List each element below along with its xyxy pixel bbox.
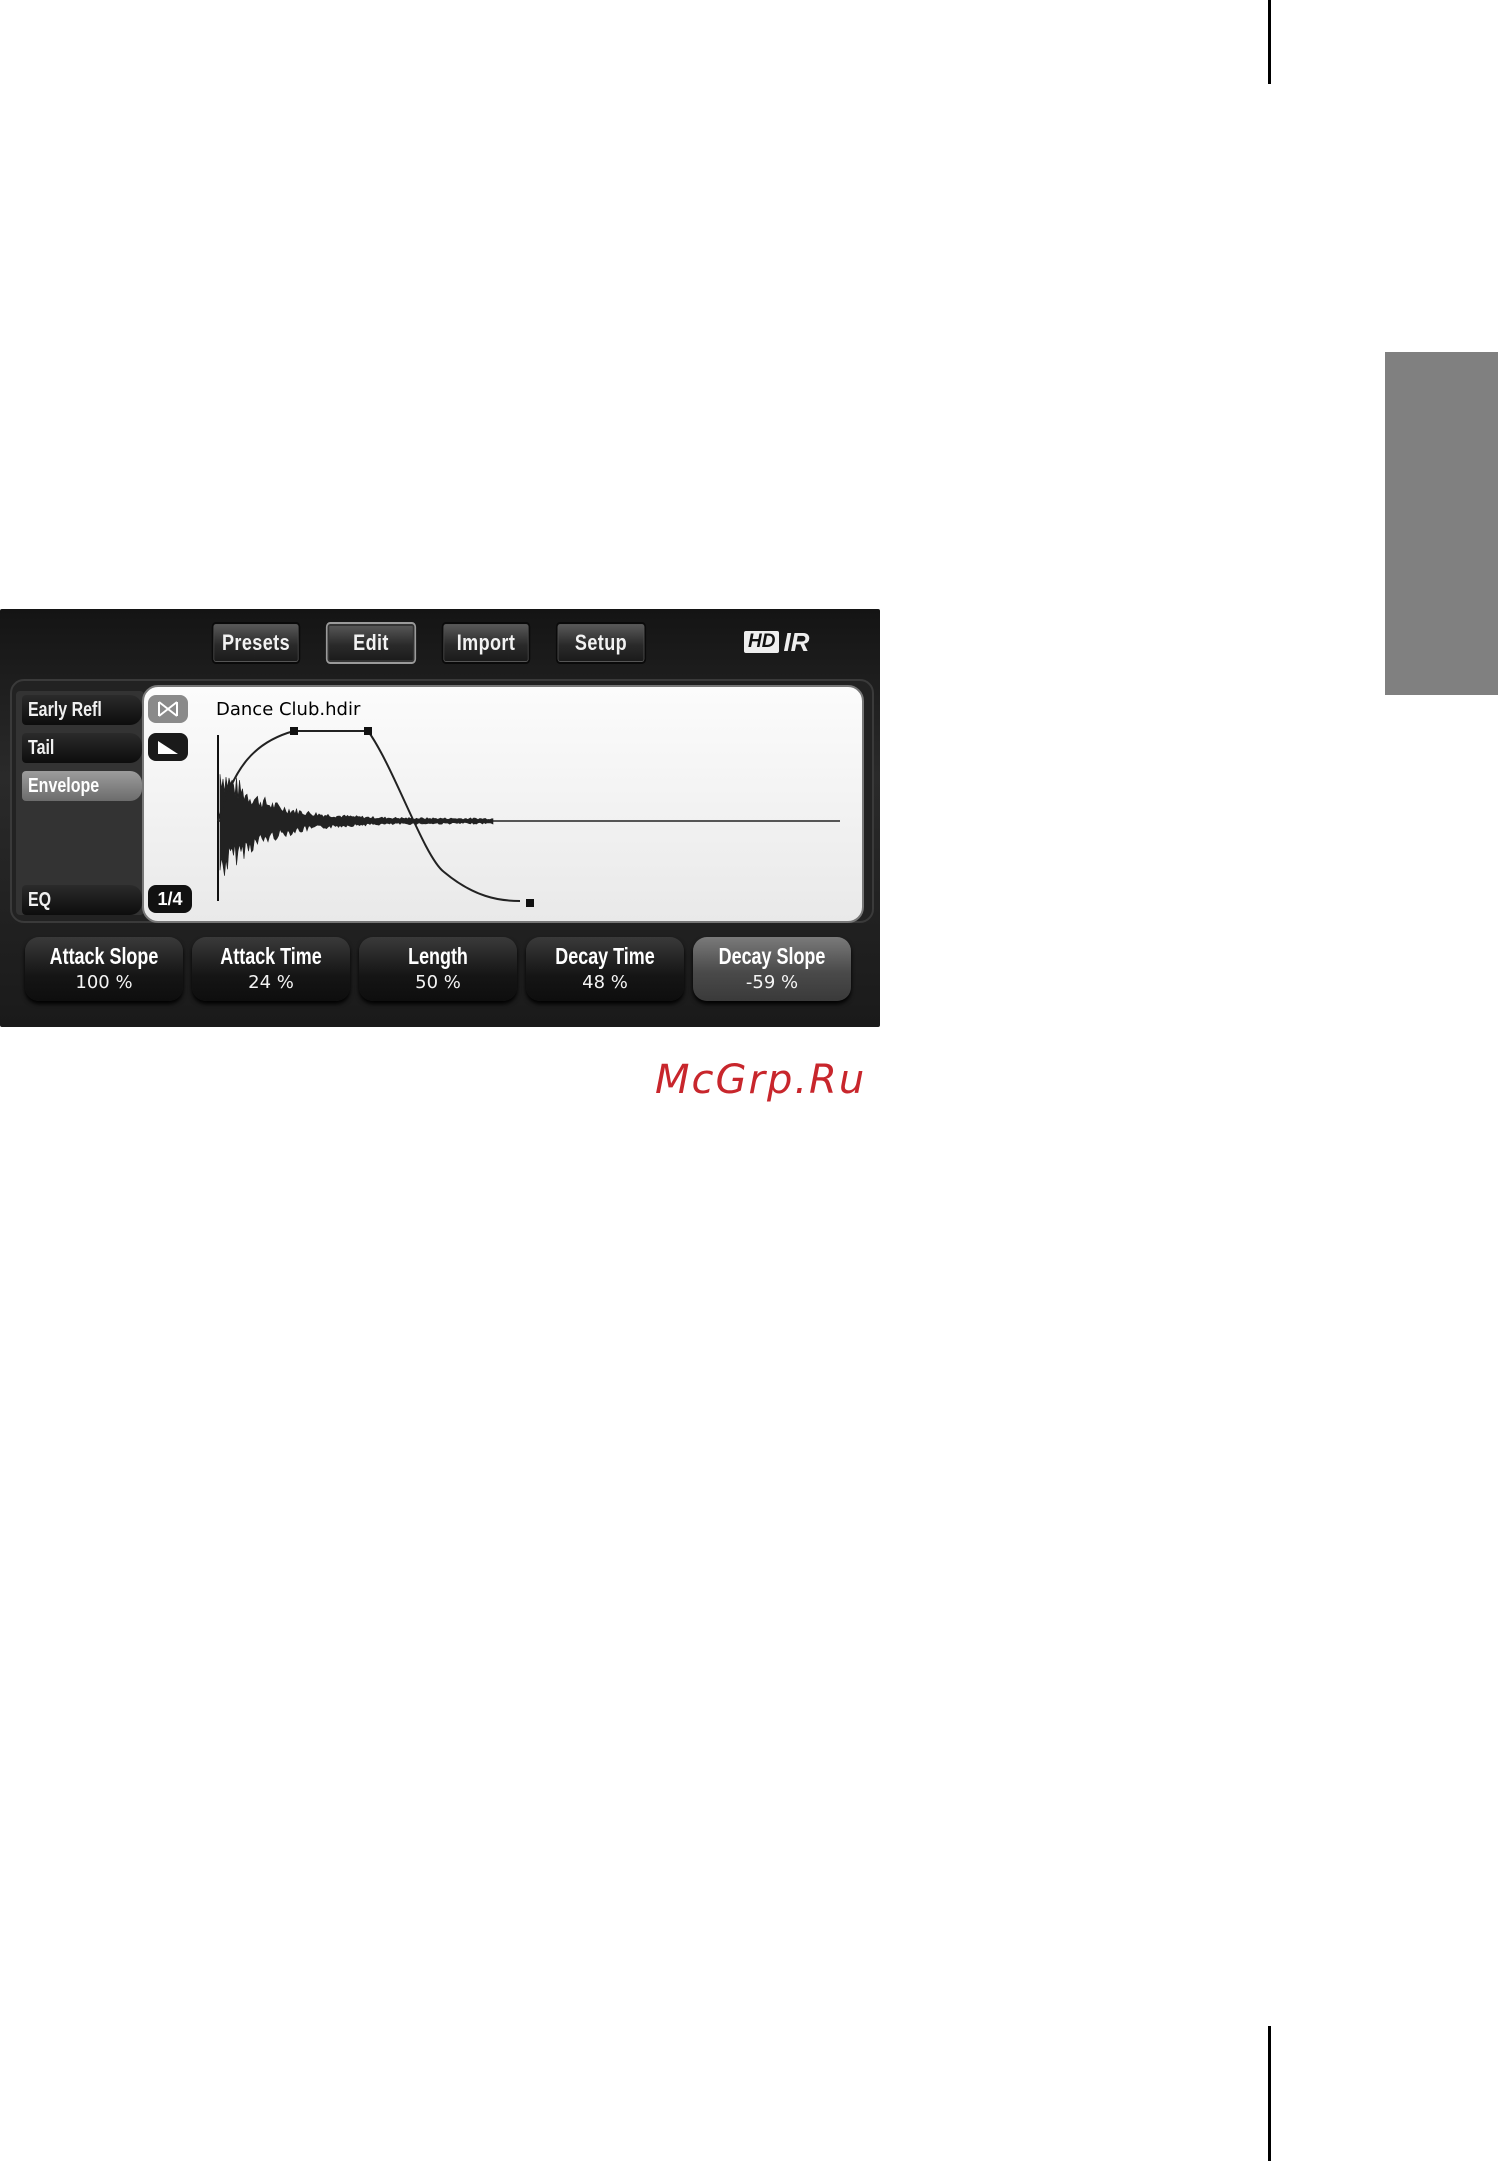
param-value: 50 % — [415, 972, 461, 993]
hdir-logo: HD IR — [744, 627, 809, 657]
param-label: Decay Time — [555, 943, 655, 969]
hdir-plugin-window: Presets Edit Import Setup HD IR Early Re… — [0, 609, 880, 1027]
logo-ir: IR — [783, 626, 810, 657]
sidebar-item-eq[interactable]: EQ — [22, 885, 142, 915]
decay-time-control[interactable]: Decay Time 48 % — [526, 937, 684, 1001]
param-label: Attack Time — [220, 943, 322, 969]
sidebar-item-tail[interactable]: Tail — [22, 733, 142, 763]
param-label: Attack Slope — [49, 943, 159, 969]
envelope-plot[interactable] — [144, 687, 862, 921]
param-value: 24 % — [248, 972, 294, 993]
logo-hd: HD — [744, 631, 780, 653]
edit-panel: Early Refl Tail Envelope EQ Dance Club.h… — [10, 679, 874, 923]
import-button[interactable]: Import — [441, 622, 531, 664]
setup-button[interactable]: Setup — [555, 622, 647, 664]
chapter-side-tab — [1385, 352, 1498, 695]
param-label: Length — [408, 943, 468, 969]
attack-handle[interactable] — [290, 727, 298, 735]
watermark: McGrp.Ru — [655, 1057, 867, 1103]
toolbar: Presets Edit Import Setup HD IR — [0, 609, 880, 673]
crop-mark-top — [1268, 0, 1271, 84]
param-value: -59 % — [745, 972, 799, 993]
length-handle[interactable] — [364, 727, 372, 735]
envelope-display[interactable]: Dance Club.hdir 1/4 — [142, 685, 864, 923]
length-control[interactable]: Length 50 % — [359, 937, 517, 1001]
param-value: 48 % — [582, 972, 628, 993]
attack-time-control[interactable]: Attack Time 24 % — [192, 937, 350, 1001]
presets-button[interactable]: Presets — [211, 622, 301, 664]
decay-slope-control[interactable]: Decay Slope -59 % — [693, 937, 851, 1001]
ramp-icon[interactable] — [148, 733, 188, 761]
ir-filename: Dance Club.hdir — [216, 699, 361, 720]
sidebar-item-early-refl[interactable]: Early Refl — [22, 695, 142, 725]
crop-mark-bottom — [1268, 2026, 1271, 2161]
page-indicator[interactable]: 1/4 — [148, 885, 192, 913]
bowtie-icon[interactable] — [148, 695, 188, 723]
attack-slope-control[interactable]: Attack Slope 100 % — [25, 937, 183, 1001]
envelope-parameters: Attack Slope 100 % Attack Time 24 % Leng… — [0, 927, 880, 1027]
edit-button[interactable]: Edit — [325, 622, 417, 664]
param-label: Decay Slope — [718, 943, 826, 969]
param-value: 100 % — [75, 972, 133, 993]
decay-handle[interactable] — [526, 899, 534, 907]
edit-sidebar: Early Refl Tail Envelope EQ — [16, 691, 144, 915]
sidebar-item-envelope[interactable]: Envelope — [22, 771, 142, 801]
impulse-waveform — [219, 774, 494, 876]
